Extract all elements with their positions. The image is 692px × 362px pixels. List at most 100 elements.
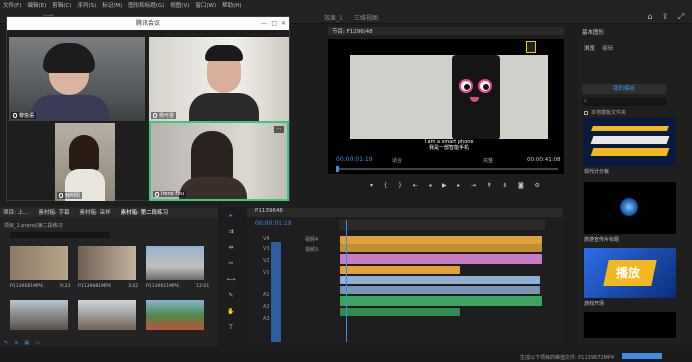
razor-tool-icon[interactable]: ✂ <box>228 260 233 267</box>
menu-help[interactable]: 帮助(H) <box>222 1 241 9</box>
template-game-opening[interactable]: 播放 <box>584 248 676 298</box>
template-travel[interactable] <box>584 182 676 234</box>
template-next[interactable] <box>584 312 676 338</box>
menu-edit[interactable]: 编辑(E) <box>27 1 46 9</box>
left-eye-icon <box>459 79 473 93</box>
track-label-v2[interactable]: V2 <box>263 258 270 264</box>
icon-view-icon[interactable]: ▦ <box>24 340 29 346</box>
track-source-patch[interactable] <box>271 242 281 342</box>
go-to-out-icon[interactable]: ⇥ <box>471 182 476 190</box>
transport-controls: ▾ { } ⇤ ◂ ▶ ▸ ⇥ ⇞ ⇟ ◙ ⚙ <box>370 182 540 190</box>
subtitle-clip-track[interactable] <box>340 236 542 244</box>
pencil-icon[interactable]: ✎ <box>4 340 8 346</box>
workspace-tab-3d[interactable]: 三维视图 <box>354 13 378 22</box>
clip-thumbnail[interactable] <box>146 246 204 280</box>
hand-tool-icon[interactable]: ✋ <box>227 308 234 315</box>
participant-tile-3[interactable]: 韩明阳 <box>55 123 115 201</box>
template-scoreboard[interactable] <box>584 118 676 166</box>
my-templates-select[interactable]: 我的模板 <box>582 84 666 94</box>
export-icon[interactable]: ⇪ <box>660 12 670 22</box>
participant-tile-2[interactable]: 杨可雯 <box>149 37 289 121</box>
list-view-icon[interactable]: ≡ <box>14 340 18 346</box>
workspace-tab-effects[interactable]: 效果_1 <box>324 13 343 22</box>
track-label-a3[interactable]: A3 <box>263 316 270 322</box>
title-clip[interactable] <box>340 266 460 274</box>
slip-tool-icon[interactable]: ⟷ <box>227 276 236 283</box>
clip-thumbnail[interactable] <box>78 300 136 330</box>
menu-graphics[interactable]: 图形和标题(G) <box>128 1 164 9</box>
marker-icon[interactable]: ▾ <box>370 182 373 190</box>
ripple-edit-icon[interactable]: ⇹ <box>228 244 233 251</box>
logo-badge-icon <box>526 41 536 53</box>
clip-name: P1139611MP4 <box>146 284 179 289</box>
step-forward-icon[interactable]: ▸ <box>457 182 460 190</box>
menu-clip[interactable]: 剪辑(C) <box>52 1 71 9</box>
extract-icon[interactable]: ⇟ <box>502 182 507 190</box>
menu-sequence[interactable]: 序列(S) <box>77 1 96 9</box>
participant-label: 杨可雯 <box>151 112 177 119</box>
tab-bin-sample[interactable]: 素材箱: 采样 <box>79 208 110 217</box>
type-tool-icon[interactable]: T <box>229 324 233 331</box>
participant-hair <box>191 131 233 183</box>
play-icon[interactable]: ▶ <box>442 182 447 190</box>
tab-bin-second[interactable]: 素材箱: 第二段练习 <box>121 208 169 217</box>
step-back-icon[interactable]: ◂ <box>428 182 431 190</box>
close-icon[interactable]: ✕ <box>281 17 286 30</box>
out-point-icon[interactable]: } <box>398 182 402 190</box>
track-label-a1[interactable]: A1 <box>263 292 270 298</box>
project-search-input[interactable] <box>10 232 110 238</box>
minimize-icon[interactable]: — <box>261 17 267 30</box>
timeline-timecode[interactable]: 00:00:01:19 <box>255 220 292 227</box>
subtitle-line-2: 我是一部智能手机 <box>428 145 469 151</box>
graphics-panel-title: 基本图形 <box>582 30 605 36</box>
tab-bin-subtitles[interactable]: 素材箱: 字幕 <box>38 208 69 217</box>
settings-icon[interactable]: ⚙ <box>535 182 540 190</box>
participant-tile-1[interactable]: 黎悦语 <box>9 37 145 121</box>
track-label-v3[interactable]: V3 <box>263 246 270 252</box>
clip-thumbnail[interactable] <box>10 246 68 280</box>
local-templates-checkbox[interactable] <box>584 111 588 115</box>
graphic-clip[interactable] <box>340 254 542 264</box>
track-label-v4[interactable]: V4 <box>263 236 270 242</box>
video-clip[interactable] <box>340 286 540 294</box>
home-icon[interactable]: ⌂ <box>645 12 655 22</box>
audio-clip-a1[interactable] <box>340 296 542 306</box>
fullscreen-icon[interactable]: ⤢ <box>676 12 686 22</box>
audio-clip-a2[interactable] <box>340 308 460 316</box>
camera-icon[interactable]: ◙ <box>518 182 524 190</box>
program-scrubber[interactable] <box>336 166 558 172</box>
time-ruler[interactable] <box>339 220 545 230</box>
tab-browse[interactable]: 浏览 <box>584 44 595 52</box>
pen-tool-icon[interactable]: ✎ <box>228 292 233 299</box>
maximize-icon[interactable]: □ <box>271 17 277 30</box>
status-text: 生成以下项目的峰值文件: P1139671MP4 <box>520 355 615 361</box>
go-to-in-icon[interactable]: ⇤ <box>413 182 418 190</box>
lift-icon[interactable]: ⇞ <box>487 182 492 190</box>
subtitle-clip-track[interactable] <box>340 244 542 252</box>
participant-label: Irene Fëu <box>153 191 187 197</box>
template-search-input[interactable]: ⌕ <box>582 98 666 106</box>
tab-project[interactable]: 项目: 上... <box>3 208 28 217</box>
search-icon: ⌕ <box>584 98 587 104</box>
playhead[interactable] <box>346 220 347 342</box>
tab-edit[interactable]: 编辑 <box>602 44 613 52</box>
track-label-v1[interactable]: V1 <box>263 270 270 276</box>
clip-thumbnail[interactable] <box>146 300 204 330</box>
track-label-a2[interactable]: A2 <box>263 304 270 310</box>
fit-select[interactable]: 适合 <box>392 157 402 164</box>
video-clip[interactable] <box>340 276 540 284</box>
quality-select[interactable]: 完整 <box>483 157 493 164</box>
participant-tile-4[interactable]: ⋯ Irene Fëu <box>149 121 289 201</box>
selection-tool-icon[interactable]: ▸ <box>229 212 232 219</box>
menu-window[interactable]: 窗口(W) <box>195 1 216 9</box>
more-options-icon[interactable]: ⋯ <box>274 126 284 133</box>
new-bin-icon[interactable]: ▭ <box>35 340 40 346</box>
menu-marker[interactable]: 标记(M) <box>102 1 122 9</box>
menu-view[interactable]: 视图(V) <box>170 1 189 9</box>
clip-thumbnail[interactable] <box>78 246 136 280</box>
program-timecode[interactable]: 00:00:01:19 <box>336 156 373 163</box>
track-select-icon[interactable]: ⇉ <box>228 228 233 235</box>
in-point-icon[interactable]: { <box>384 182 388 190</box>
menu-file[interactable]: 文件(F) <box>3 1 21 9</box>
clip-thumbnail[interactable] <box>10 300 68 330</box>
